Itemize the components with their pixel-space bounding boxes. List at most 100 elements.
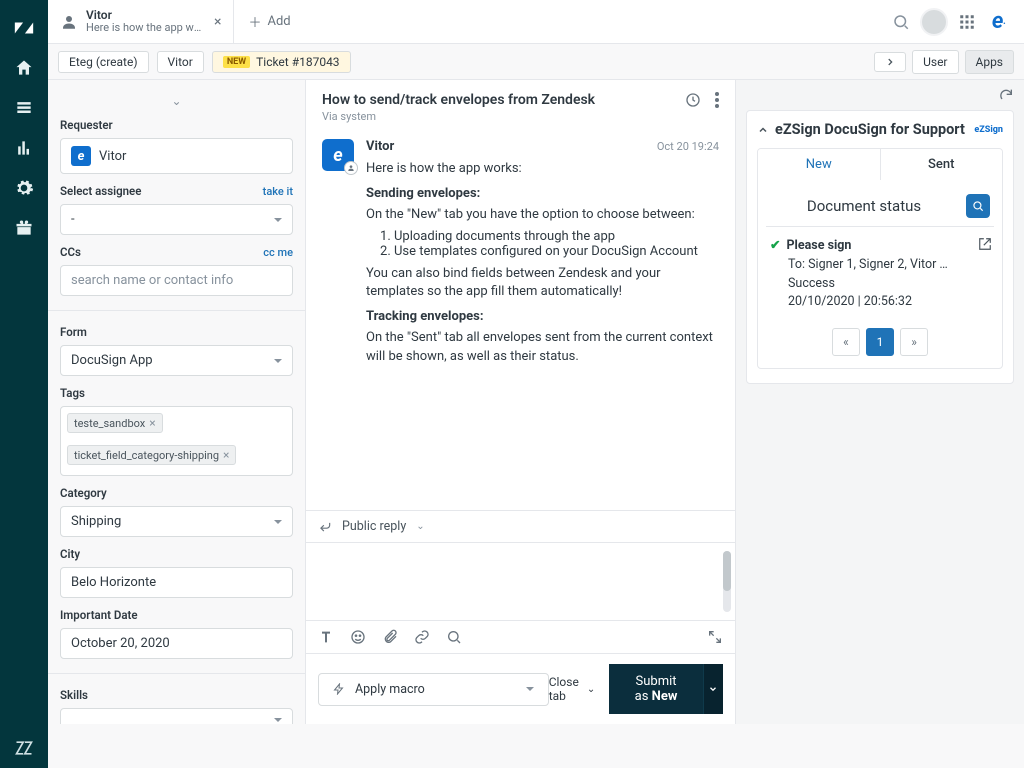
- close-tab-label: Close tab: [549, 675, 583, 703]
- apply-macro-label: Apply macro: [355, 682, 425, 697]
- date-label: Important Date: [60, 608, 293, 622]
- chevron-down-icon: ⌄: [587, 684, 595, 695]
- share-icon[interactable]: [978, 237, 992, 251]
- submit-caret-button[interactable]: [703, 664, 723, 714]
- ezsign-app-card: eZSign DocuSign for Support eZSign New S…: [746, 110, 1014, 384]
- ccs-input[interactable]: [60, 265, 293, 296]
- envelope-item[interactable]: ✔Please sign To: Signer 1, Signer 2, Vit…: [766, 226, 994, 316]
- admin-gear-icon[interactable]: [0, 168, 48, 208]
- city-field[interactable]: Belo Horizonte: [60, 567, 293, 598]
- avatar[interactable]: [920, 8, 948, 36]
- home-icon[interactable]: [0, 48, 48, 88]
- reports-icon[interactable]: [0, 128, 48, 168]
- tab-subtitle: Here is how the app wor...: [86, 22, 206, 34]
- search-icon[interactable]: [446, 629, 462, 645]
- comment-heading: Sending envelopes:: [366, 186, 480, 201]
- conversation-panel: How to send/track envelopes from Zendesk…: [306, 80, 736, 724]
- tag-label: ticket_field_category-shipping: [74, 449, 219, 462]
- add-tab-button[interactable]: ＋ Add: [234, 0, 304, 43]
- crumb-user[interactable]: Vitor: [157, 51, 204, 73]
- close-tab-button[interactable]: Close tab ⌄: [549, 675, 596, 703]
- tab-sent[interactable]: Sent: [881, 149, 1003, 180]
- envelope-title: Please sign: [786, 238, 851, 253]
- ezsign-brand-icon[interactable]: e.: [986, 9, 1012, 35]
- date-value: October 20, 2020: [71, 636, 170, 651]
- skills-select[interactable]: [60, 708, 293, 724]
- tag-chip[interactable]: teste_sandbox ×: [67, 413, 163, 433]
- category-select[interactable]: Shipping: [60, 506, 293, 537]
- comment-list-item: Uploading documents through the app: [394, 229, 719, 244]
- take-it-link[interactable]: take it: [263, 185, 293, 198]
- remove-tag-icon[interactable]: ×: [223, 448, 229, 462]
- scrollbar-thumb[interactable]: [723, 551, 731, 591]
- page-next-button[interactable]: »: [900, 328, 928, 356]
- apps-panel: eZSign DocuSign for Support eZSign New S…: [736, 80, 1024, 724]
- ccs-label: CCs: [60, 245, 81, 259]
- emoji-icon[interactable]: [350, 629, 366, 645]
- pagination: « 1 »: [766, 328, 994, 356]
- reply-editor[interactable]: [306, 542, 735, 620]
- apply-macro-button[interactable]: Apply macro: [318, 673, 549, 706]
- comment-line: Here is how the app works:: [366, 160, 719, 179]
- comment-line: On the "New" tab you have the option to …: [366, 206, 719, 225]
- crumb-org[interactable]: Eteg (create): [58, 51, 149, 73]
- assignee-label: Select assignee: [60, 184, 141, 198]
- collapse-app-icon[interactable]: [757, 124, 769, 136]
- page-number-button[interactable]: 1: [866, 328, 894, 356]
- link-icon[interactable]: [414, 629, 430, 645]
- products-grid-icon[interactable]: [958, 13, 976, 31]
- views-icon[interactable]: [0, 88, 48, 128]
- reply-arrow-icon: [318, 520, 332, 534]
- envelope-to: To: Signer 1, Signer 2, Vitor …: [770, 256, 990, 275]
- expand-icon[interactable]: [707, 629, 723, 645]
- text-format-icon[interactable]: [318, 629, 334, 645]
- more-icon[interactable]: [715, 92, 719, 108]
- tags-field[interactable]: teste_sandbox × ticket_field_category-sh…: [60, 406, 293, 476]
- comment-author: Vitor: [366, 139, 394, 154]
- requester-avatar-icon: e: [71, 146, 91, 166]
- city-label: City: [60, 547, 293, 561]
- tag-label: teste_sandbox: [74, 417, 145, 430]
- ticket-via: Via system: [322, 110, 595, 123]
- close-icon[interactable]: ×: [214, 14, 221, 30]
- tag-chip[interactable]: ticket_field_category-shipping ×: [67, 445, 236, 465]
- submit-status: New: [652, 689, 678, 704]
- requester-field[interactable]: e Vitor: [60, 138, 293, 174]
- chevron-down-icon: ⌄: [416, 521, 424, 532]
- form-select[interactable]: DocuSign App: [60, 345, 293, 376]
- attachment-icon[interactable]: [382, 629, 398, 645]
- submit-button[interactable]: Submit as New: [609, 664, 703, 714]
- remove-tag-icon[interactable]: ×: [149, 416, 155, 430]
- cc-me-link[interactable]: cc me: [263, 246, 293, 259]
- zendesk-logo-icon[interactable]: [0, 8, 48, 48]
- refresh-icon[interactable]: [998, 87, 1014, 103]
- requester-label: Requester: [60, 118, 293, 132]
- reply-type-selector[interactable]: Public reply ⌄: [306, 510, 735, 542]
- crumb-ticket[interactable]: NEW Ticket #187043: [212, 51, 351, 73]
- page-prev-button[interactable]: «: [832, 328, 860, 356]
- document-status-title: Document status: [770, 197, 958, 215]
- gift-icon[interactable]: [0, 208, 48, 248]
- form-label: Form: [60, 325, 293, 339]
- chevron-down-icon[interactable]: ⌄: [60, 94, 293, 108]
- user-panel-button[interactable]: User: [912, 50, 958, 74]
- category-label: Category: [60, 486, 293, 500]
- search-icon[interactable]: [892, 13, 910, 31]
- ticket-properties-panel: ⌄ Requester e Vitor Select assignee take…: [48, 80, 306, 724]
- comment-time: Oct 20 19:24: [657, 140, 719, 153]
- city-value: Belo Horizonte: [71, 575, 156, 590]
- editor-toolbar: [306, 620, 735, 653]
- tab-new[interactable]: New: [758, 149, 881, 180]
- ticket-tab[interactable]: Vitor Here is how the app wor... ×: [48, 0, 234, 43]
- date-field[interactable]: October 20, 2020: [60, 628, 293, 659]
- zendesk-z-icon[interactable]: [0, 728, 48, 768]
- apps-panel-button[interactable]: Apps: [965, 50, 1015, 74]
- tab-title: Vitor: [86, 9, 206, 22]
- ticket-subject: How to send/track envelopes from Zendesk: [322, 92, 595, 108]
- next-arrow-button[interactable]: [874, 52, 906, 72]
- ccs-search-input[interactable]: [71, 273, 282, 288]
- user-icon: [60, 13, 78, 31]
- assignee-select[interactable]: -: [60, 204, 293, 235]
- search-envelopes-button[interactable]: [966, 194, 990, 218]
- events-icon[interactable]: [685, 92, 701, 108]
